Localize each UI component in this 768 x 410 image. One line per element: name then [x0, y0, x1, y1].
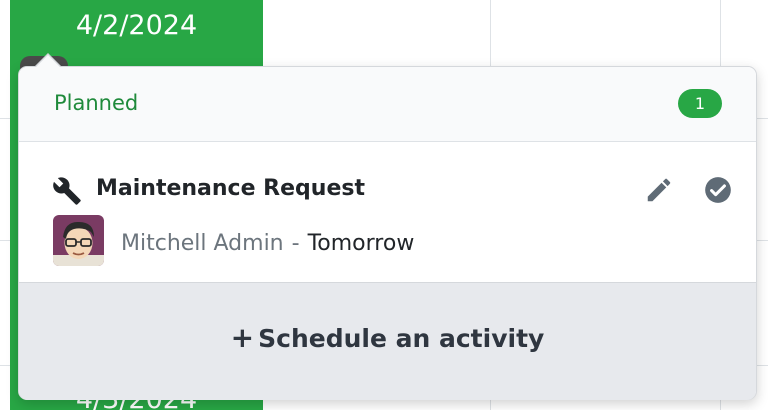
popover-header: Planned 1: [19, 67, 756, 142]
date-header: 4/2/2024: [75, 10, 198, 41]
schedule-activity-label: Schedule an activity: [258, 324, 545, 353]
avatar: [53, 215, 104, 266]
activity-meta: Mitchell Admin - Tomorrow: [121, 231, 414, 256]
activity-popover: Planned 1 Maintenance Request Mitchell A…: [18, 53, 757, 400]
schedule-activity-button[interactable]: + Schedule an activity: [19, 321, 756, 354]
calendar-view: 4/2/2024 4/3/2024 Planned 1 Maintenance …: [0, 0, 768, 410]
assignee-name: Mitchell Admin: [121, 231, 284, 256]
pencil-icon[interactable]: [644, 175, 674, 205]
separator: -: [291, 231, 300, 256]
check-circle-icon[interactable]: [704, 176, 732, 204]
popover-footer: + Schedule an activity: [19, 282, 756, 400]
activity-title[interactable]: Maintenance Request: [96, 176, 365, 201]
count-badge: 1: [678, 89, 722, 118]
activity-item: Maintenance Request Mitchell Admin - Tom…: [19, 142, 756, 282]
plus-icon: +: [230, 321, 255, 354]
section-label: Planned: [54, 91, 139, 115]
wrench-icon: [53, 177, 81, 205]
due-date: Tomorrow: [307, 231, 415, 256]
avatar-image: [53, 215, 104, 266]
